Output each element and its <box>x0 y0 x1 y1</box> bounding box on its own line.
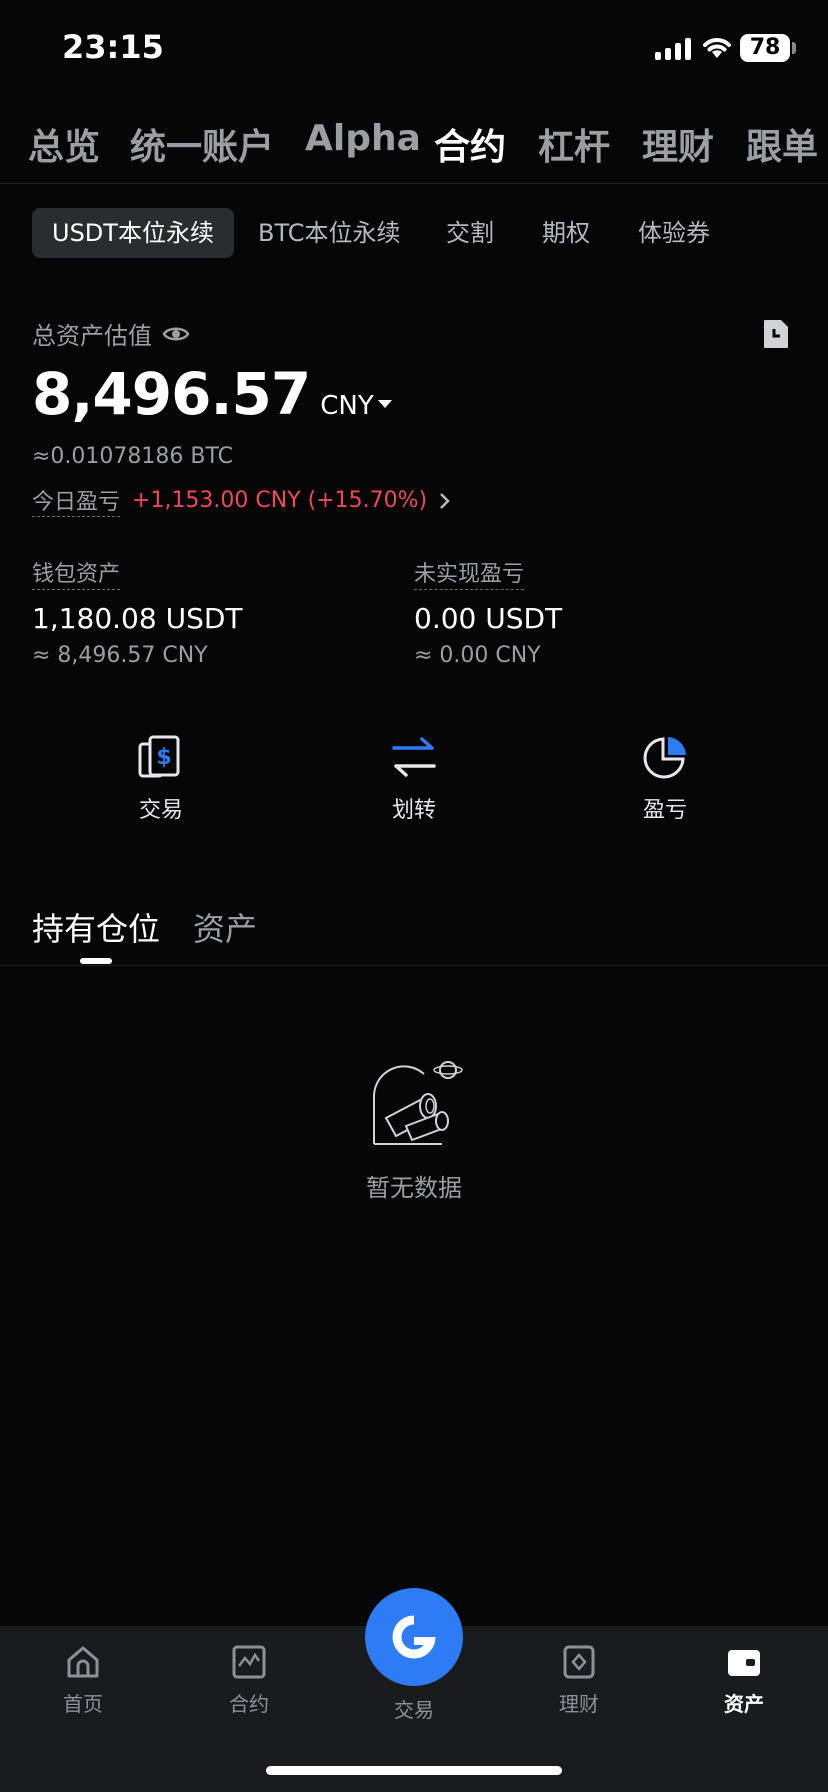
trade-fab-button[interactable] <box>365 1588 463 1686</box>
wallet-assets-cny: ≈ 8,496.57 CNY <box>32 643 208 668</box>
unrealized-pnl-label[interactable]: 未实现盈亏 <box>414 556 525 590</box>
bottom-nav-trade-label: 交易 <box>394 1698 434 1722</box>
nav-margin[interactable]: 杠杆 <box>538 118 610 170</box>
unrealized-pnl-cny: ≈ 0.00 CNY <box>414 643 541 668</box>
tab-delivery[interactable]: 交割 <box>446 208 494 258</box>
tab-usdt-perpetual[interactable]: USDT本位永续 <box>32 208 234 258</box>
btc-equivalent: ≈0.01078186 BTC <box>32 444 233 469</box>
pie-chart-icon <box>643 737 686 779</box>
pnl-action-button[interactable]: 盈亏 <box>605 734 725 824</box>
tab-trial-coupons[interactable]: 体验券 <box>638 208 710 258</box>
wifi-icon <box>703 38 731 58</box>
nav-alpha[interactable]: Alpha <box>305 118 421 159</box>
nav-copy-trading[interactable]: 跟单 <box>746 118 818 170</box>
total-assets-label-row: 总资产估值 <box>32 316 190 351</box>
wallet-icon <box>728 1650 760 1676</box>
bottom-nav-trade[interactable]: 交易 <box>364 1686 464 1723</box>
today-pnl-label: 今日盈亏 <box>32 484 121 517</box>
cellular-signal-icon <box>655 36 691 60</box>
status-time: 23:15 <box>62 28 164 66</box>
pnl-action-label: 盈亏 <box>642 798 687 823</box>
caret-down-icon <box>377 400 392 408</box>
nav-futures[interactable]: 合约 <box>434 118 506 170</box>
trade-logo-icon <box>392 1615 436 1659</box>
telescope-illustration-icon <box>373 1061 463 1145</box>
bottom-nav-home[interactable]: 首页 <box>33 1644 133 1717</box>
total-balance: 8,496.57 CNY <box>32 360 392 428</box>
transfer-action-label: 划转 <box>391 798 436 823</box>
nav-unified-account[interactable]: 统一账户 <box>130 118 274 170</box>
trade-action-label: 交易 <box>138 798 183 823</box>
top-nav: 总览 统一账户 Alpha 合约 杠杆 理财 跟单 <box>0 108 828 184</box>
unrealized-pnl-value: 0.00 USDT <box>414 602 563 635</box>
total-assets-label: 总资产估值 <box>32 322 152 350</box>
trade-action-button[interactable]: $ 交易 <box>101 734 221 824</box>
currency-selector[interactable]: CNY <box>320 391 392 421</box>
tab-assets[interactable]: 资产 <box>193 904 257 950</box>
bottom-nav-home-label: 首页 <box>63 1692 103 1716</box>
chart-box-icon <box>232 1645 266 1679</box>
tab-positions[interactable]: 持有仓位 <box>32 904 160 950</box>
dollar-card-icon: $ <box>138 735 180 778</box>
positions-assets-tabs: 持有仓位 资产 <box>0 900 828 966</box>
tab-btc-perpetual[interactable]: BTC本位永续 <box>258 208 400 258</box>
bottom-nav-futures-label: 合约 <box>229 1692 269 1716</box>
nav-earn[interactable]: 理财 <box>642 118 714 170</box>
today-pnl-value: +1,153.00 CNY (+15.70%) <box>132 488 428 513</box>
transfer-arrows-icon <box>392 737 436 777</box>
home-icon <box>67 1646 99 1678</box>
nav-overview[interactable]: 总览 <box>28 118 100 170</box>
balance-value: 8,496.57 <box>32 360 311 428</box>
today-pnl-row[interactable]: 今日盈亏 +1,153.00 CNY (+15.70%) <box>32 484 451 517</box>
home-indicator <box>266 1766 562 1775</box>
battery-tip <box>792 42 796 54</box>
status-bar: 23:15 78 <box>0 0 828 100</box>
unrealized-pnl-stat: 未实现盈亏 0.00 USDT ≈ 0.00 CNY <box>414 556 562 668</box>
bottom-nav-earn-label: 理财 <box>559 1692 599 1716</box>
history-icon[interactable] <box>762 318 790 350</box>
bottom-nav-futures[interactable]: 合约 <box>199 1644 299 1717</box>
battery-icon: 78 <box>740 34 790 62</box>
wallet-assets-stat: 钱包资产 1,180.08 USDT ≈ 8,496.57 CNY <box>32 556 243 668</box>
bottom-nav-assets[interactable]: 资产 <box>694 1644 794 1717</box>
eye-icon[interactable] <box>162 324 190 344</box>
active-tab-indicator <box>80 958 112 964</box>
bottom-nav-assets-label: 资产 <box>724 1692 764 1716</box>
currency-label: CNY <box>320 391 374 421</box>
bottom-nav-earn[interactable]: 理财 <box>529 1644 629 1717</box>
svg-text:$: $ <box>156 745 171 770</box>
tab-options[interactable]: 期权 <box>542 208 590 258</box>
wallet-assets-label[interactable]: 钱包资产 <box>32 556 121 590</box>
empty-state-text: 暂无数据 <box>366 1174 462 1202</box>
earn-diamond-icon <box>563 1645 595 1679</box>
empty-state: 暂无数据 <box>0 1056 828 1203</box>
wallet-assets-value: 1,180.08 USDT <box>32 602 243 635</box>
transfer-action-button[interactable]: 划转 <box>354 734 474 824</box>
chevron-right-icon <box>440 492 450 509</box>
